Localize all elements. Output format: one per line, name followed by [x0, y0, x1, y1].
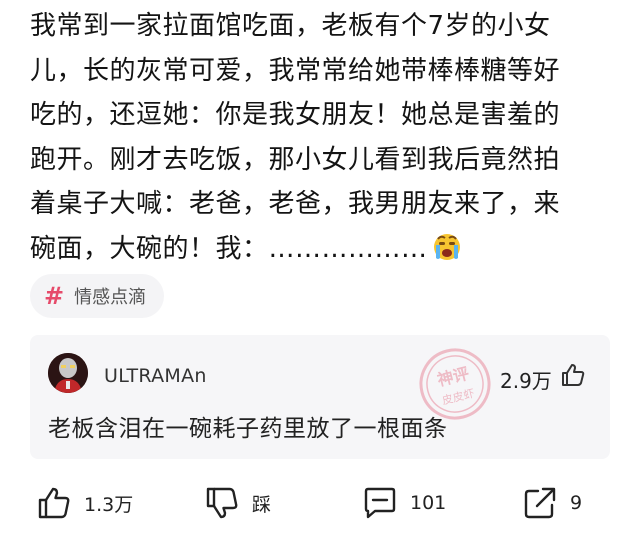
comment-bubble-icon [364, 487, 396, 519]
like-button[interactable]: 1.3万 [36, 478, 133, 528]
avatar-image [48, 353, 88, 393]
post-line: 我常到一家拉面馆吃面，老板有个7岁的小女 [30, 11, 551, 41]
post-line: 跑开。刚才去吃饭，那小女儿看到我后竟然拍 [30, 144, 561, 175]
post-line: 儿，长的灰常可爱，我常常给她带棒棒糖等好 [30, 55, 561, 86]
thumbs-up-icon[interactable] [560, 362, 586, 388]
share-button[interactable]: 9 [522, 478, 582, 528]
crying-face-icon [433, 233, 460, 260]
topic-label: 情感点滴 [74, 287, 147, 308]
hashtag-icon: # [44, 282, 65, 310]
thumbs-down-icon [206, 487, 238, 519]
svg-text:神评: 神评 [435, 364, 471, 390]
thumbs-up-icon [38, 487, 70, 519]
comment-like-count: 2.9万 [500, 369, 552, 393]
share-icon [524, 487, 556, 519]
comment-username[interactable]: ULTRAMAn [104, 365, 207, 387]
post-line: 吃的，还逗她：你是我女朋友！她总是害羞的 [30, 100, 561, 130]
topic-tag[interactable]: # 情感点滴 [30, 274, 165, 318]
comment-text: 老板含泪在一碗耗子药里放了一根面条 [48, 416, 448, 442]
comment-button[interactable]: 101 [362, 478, 446, 528]
top-comment-card[interactable]: ULTRAMAn 神评 皮皮虾 2.9万 老板含泪在一碗耗子药里放了一根面条 [30, 335, 610, 459]
action-bar: 1.3万 踩 101 9 [0, 478, 640, 528]
share-count: 9 [570, 492, 583, 514]
dislike-button[interactable]: 踩 [204, 478, 271, 528]
avatar[interactable] [48, 353, 88, 393]
comment-count: 101 [410, 492, 447, 514]
post-line: 碗面，大碗的！我：……………… [30, 233, 428, 264]
post-last-line: 碗面，大碗的！我：……………… [30, 227, 620, 272]
post-content: 我常到一家拉面馆吃面，老板有个7岁的小女 儿，长的灰常可爱，我常常给她带棒棒糖等… [30, 4, 620, 271]
post-line: 着桌子大喊：老爸，老爸，我男朋友来了，来 [30, 189, 561, 219]
like-count: 1.3万 [84, 493, 134, 516]
svg-text:皮皮虾: 皮皮虾 [441, 387, 476, 408]
dislike-label: 踩 [252, 493, 272, 516]
